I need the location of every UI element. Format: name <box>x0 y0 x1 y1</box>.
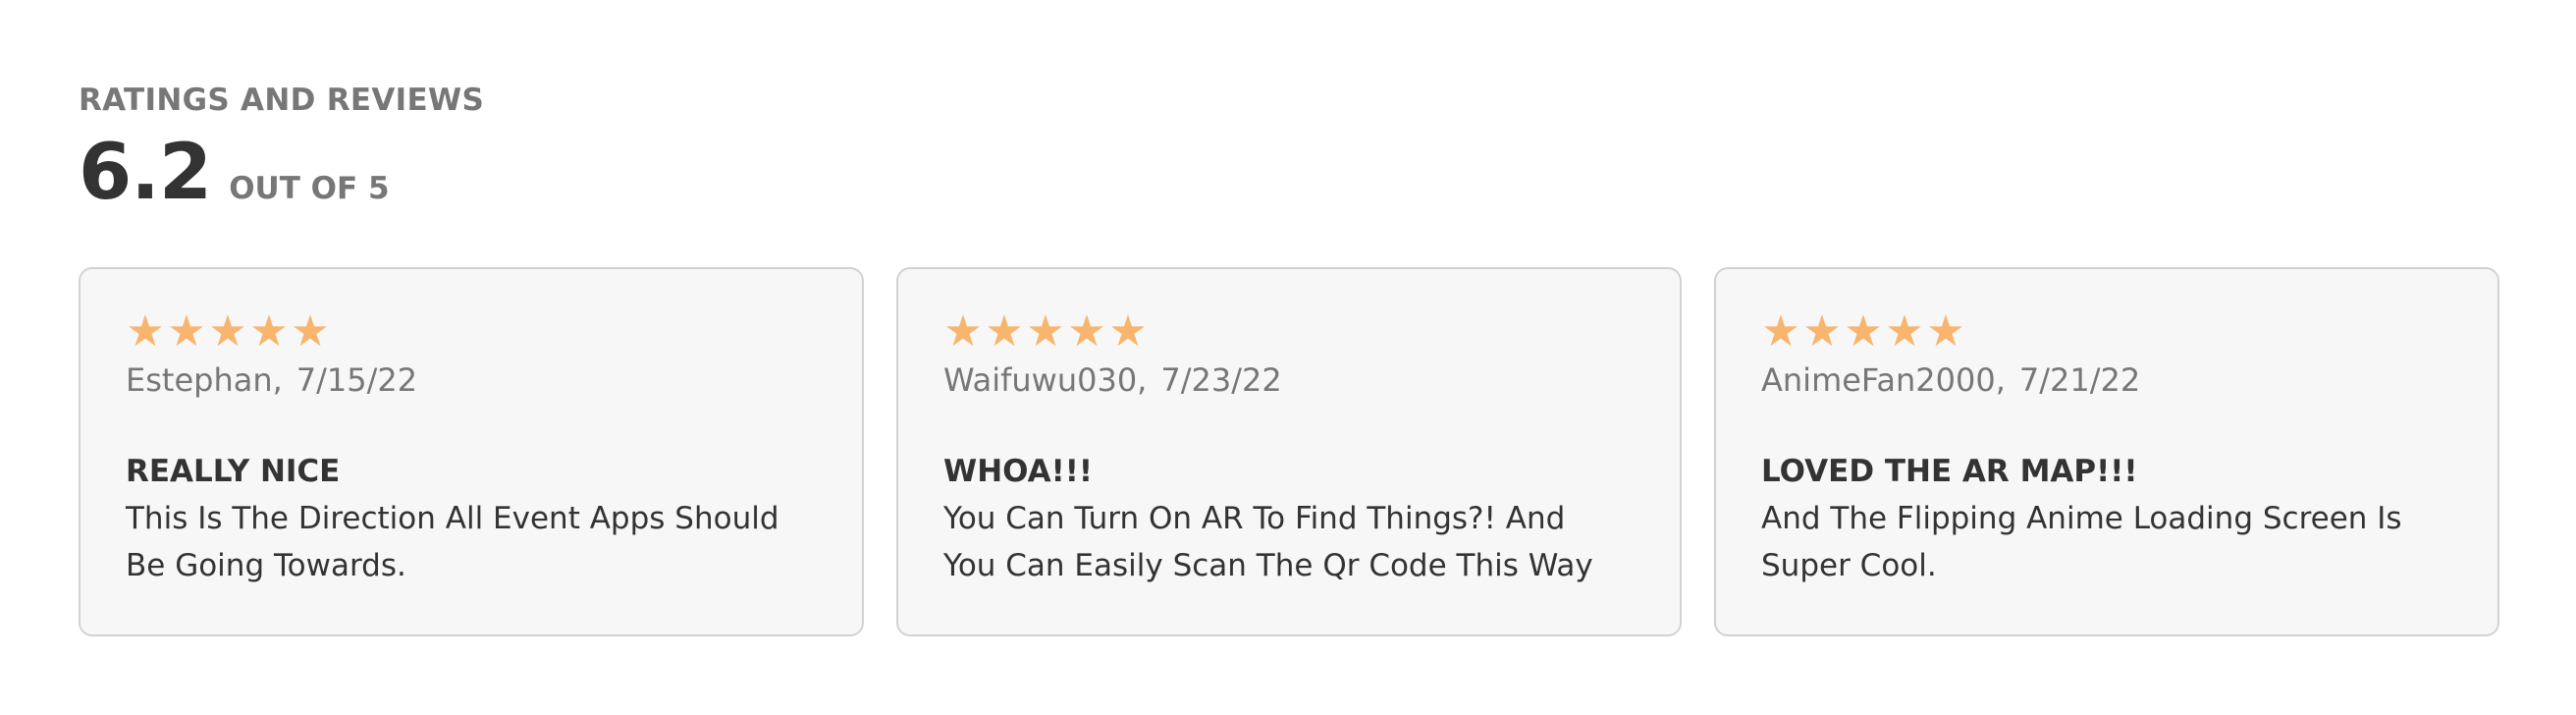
review-card: ★ ★ ★ ★ ★ Waifuwu030, 7/23/22 WHOA!!! You… <box>896 267 1682 636</box>
star-icon: ★ <box>1067 306 1106 357</box>
section-title: RATINGS AND REVIEWS <box>79 82 485 118</box>
star-icon: ★ <box>126 306 165 357</box>
score-value: 6.2 <box>79 129 212 217</box>
review-date: 7/23/22 <box>1160 361 1282 399</box>
star-icon: ★ <box>249 306 289 357</box>
star-icon: ★ <box>208 306 247 357</box>
star-icon: ★ <box>1885 306 1924 357</box>
review-title: REALLY NICE <box>126 454 341 489</box>
star-icon: ★ <box>985 306 1024 357</box>
score-suffix: OUT OF 5 <box>229 171 390 206</box>
review-title: LOVED THE AR MAP!!! <box>1761 454 2138 489</box>
star-rating: ★ ★ ★ ★ ★ <box>1761 310 2452 354</box>
overall-score: 6.2 OUT OF 5 <box>79 134 2497 212</box>
star-icon: ★ <box>167 306 206 357</box>
star-rating: ★ ★ ★ ★ ★ <box>126 310 817 354</box>
review-card: ★ ★ ★ ★ ★ AnimeFan2000, 7/21/22 LOVED THE… <box>1714 267 2499 636</box>
review-author: Estephan, <box>126 361 283 399</box>
review-author: AnimeFan2000, <box>1761 361 2006 399</box>
review-meta: Estephan, 7/15/22 <box>126 358 817 403</box>
review-body-line: This Is The Direction All Event Apps Sho… <box>126 501 779 536</box>
star-icon: ★ <box>1026 306 1065 357</box>
star-icon: ★ <box>943 306 983 357</box>
ratings-and-reviews-section: RATINGS AND REVIEWS 6.2 OUT OF 5 ★ ★ ★ ★… <box>79 81 2499 636</box>
review-date: 7/15/22 <box>295 361 418 399</box>
review-author: Waifuwu030, <box>943 361 1148 399</box>
review-body-line: Be Going Towards. <box>126 548 406 583</box>
star-icon: ★ <box>1926 306 1965 357</box>
review-body-line: Super Cool. <box>1761 548 1937 583</box>
review-meta: AnimeFan2000, 7/21/22 <box>1761 358 2452 403</box>
star-icon: ★ <box>1108 306 1148 357</box>
star-icon: ★ <box>291 306 330 357</box>
review-body-line: You Can Easily Scan The Qr Code This Way <box>943 548 1593 583</box>
star-icon: ★ <box>1761 306 1800 357</box>
review-card: ★ ★ ★ ★ ★ Estephan, 7/15/22 REALLY NICE T… <box>79 267 864 636</box>
star-icon: ★ <box>1802 306 1842 357</box>
review-cards: ★ ★ ★ ★ ★ Estephan, 7/15/22 REALLY NICE T… <box>79 267 2499 636</box>
review-date: 7/21/22 <box>2018 361 2141 399</box>
star-icon: ★ <box>1844 306 1883 357</box>
review-title: WHOA!!! <box>943 454 1094 489</box>
star-rating: ★ ★ ★ ★ ★ <box>943 310 1635 354</box>
review-meta: Waifuwu030, 7/23/22 <box>943 358 1635 403</box>
review-body-line: And The Flipping Anime Loading Screen Is <box>1761 501 2402 536</box>
review-body-line: You Can Turn On AR To Find Things?! And <box>943 501 1566 536</box>
